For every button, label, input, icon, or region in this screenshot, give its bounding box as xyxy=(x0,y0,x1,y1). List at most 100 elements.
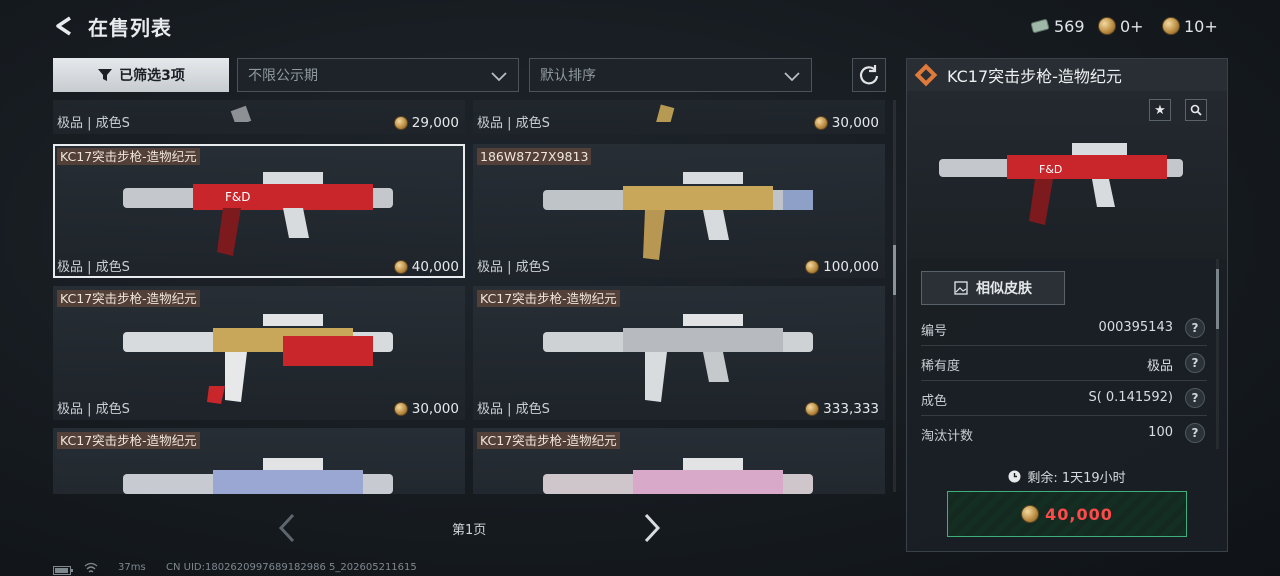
listing-meta: 极品 | 成色S xyxy=(57,260,130,275)
help-icon[interactable]: ? xyxy=(1185,423,1205,443)
listing-price-value: 29,000 xyxy=(411,115,459,131)
detail-header: KC17突击步枪-造物纪元 xyxy=(907,59,1227,91)
attribute-row-wear: 成色 S( 0.141592) ? xyxy=(921,382,1207,416)
star-icon: ★ xyxy=(1154,102,1166,118)
listing-price-value: 333,333 xyxy=(823,401,879,417)
wifi-icon xyxy=(84,562,98,573)
period-dropdown-value: 不限公示期 xyxy=(248,68,318,84)
filter-button[interactable]: 已筛选3项 xyxy=(53,58,229,92)
rifle-skin-image xyxy=(543,314,813,402)
next-page-button[interactable] xyxy=(641,512,663,544)
listing-meta: 极品 | 成色S xyxy=(57,116,130,131)
inspect-button[interactable] xyxy=(1185,99,1207,121)
coin-currency-b: 10+ xyxy=(1162,14,1218,38)
coin-icon xyxy=(1021,505,1040,523)
help-icon[interactable]: ? xyxy=(1185,318,1205,338)
listing-price: 100,000 xyxy=(805,259,879,275)
panel-scrollbar-thumb[interactable] xyxy=(1216,269,1219,329)
clock-icon xyxy=(1008,470,1021,483)
coin-count-a: 0+ xyxy=(1120,16,1144,36)
user-uid: CN UID:1802620997689182986 5_20260521161… xyxy=(166,562,417,573)
help-icon[interactable]: ? xyxy=(1185,353,1205,373)
grid-scrollbar[interactable] xyxy=(893,100,896,492)
attribute-key: 编号 xyxy=(921,324,948,339)
attribute-value: S( 0.141592) xyxy=(1088,390,1173,405)
coin-icon xyxy=(393,116,408,130)
svg-text:F&D: F&D xyxy=(225,190,251,204)
filter-button-label: 已筛选3项 xyxy=(119,68,185,84)
image-icon xyxy=(954,281,968,295)
attribute-value: 100 xyxy=(1148,425,1173,440)
listing-meta: 极品 | 成色S xyxy=(477,260,550,275)
listing-price: 30,000 xyxy=(813,115,879,131)
listing-card[interactable]: F&D KC17突击步枪-造物纪元 极品 | 成色S 40,000 xyxy=(53,144,465,278)
listing-name: KC17突击步枪-造物纪元 xyxy=(477,432,620,449)
rifle-skin-image xyxy=(230,105,252,122)
battery-icon xyxy=(53,566,73,575)
chevron-down-icon xyxy=(491,72,507,82)
listing-price-value: 30,000 xyxy=(411,401,459,417)
rarity-diamond-icon xyxy=(914,63,938,87)
svg-text:F&D: F&D xyxy=(1039,163,1062,176)
attribute-value: 000395143 xyxy=(1098,320,1173,335)
listing-name: KC17突击步枪-造物纪元 xyxy=(57,432,200,449)
listing-card[interactable]: 极品 | 成色S 30,000 xyxy=(473,100,885,134)
time-remaining: 剩余: 1天19小时 xyxy=(907,467,1227,486)
listing-price: 29,000 xyxy=(393,115,459,131)
attribute-value: 极品 xyxy=(1146,359,1173,374)
listing-grid: 极品 | 成色S 29,000 极品 | 成色S 30,000 F&D KC17… xyxy=(53,100,885,494)
detail-title: KC17突击步枪-造物纪元 xyxy=(947,67,1122,86)
listing-card[interactable]: KC17突击步枪-造物纪元 极品 | 成色S 333,333 xyxy=(473,286,885,420)
buy-price: 40,000 xyxy=(1045,504,1113,524)
refresh-icon xyxy=(859,65,879,85)
buy-button[interactable]: 40,000 xyxy=(947,491,1187,537)
listing-meta: 极品 | 成色S xyxy=(57,402,130,417)
listing-price-value: 100,000 xyxy=(823,259,879,275)
attribute-row-kills: 淘汰计数 100 ? xyxy=(921,417,1207,451)
listing-card[interactable]: KC17突击步枪-造物纪元 xyxy=(53,428,465,494)
coin-icon xyxy=(393,402,408,416)
listing-price-value: 30,000 xyxy=(831,115,879,131)
help-icon[interactable]: ? xyxy=(1185,388,1205,408)
listing-name: KC17突击步枪-造物纪元 xyxy=(477,290,620,307)
detail-panel: KC17突击步枪-造物纪元 ★ F&D 相似皮肤 编号 000395143 ? … xyxy=(906,58,1228,552)
refresh-button[interactable] xyxy=(852,58,886,92)
listing-card[interactable]: KC17突击步枪-造物纪元 极品 | 成色S 30,000 xyxy=(53,286,465,420)
sort-dropdown[interactable]: 默认排序 xyxy=(529,58,812,92)
attribute-key: 稀有度 xyxy=(921,359,961,374)
attribute-key: 淘汰计数 xyxy=(921,429,974,444)
page-title: 在售列表 xyxy=(88,16,172,40)
time-remaining-text: 剩余: 1天19小时 xyxy=(1027,471,1126,486)
listing-price: 333,333 xyxy=(805,401,879,417)
listing-card[interactable]: 186W8727X9813 极品 | 成色S 100,000 xyxy=(473,144,885,278)
listing-price: 40,000 xyxy=(393,259,459,275)
favorite-button[interactable]: ★ xyxy=(1149,99,1171,121)
coin-icon xyxy=(805,402,820,416)
ticket-count: 569 xyxy=(1054,16,1085,36)
listing-meta: 极品 | 成色S xyxy=(477,402,550,417)
sort-dropdown-value: 默认排序 xyxy=(540,68,596,84)
attribute-row-id: 编号 000395143 ? xyxy=(921,312,1207,346)
filter-icon xyxy=(98,69,113,81)
back-arrow-icon[interactable] xyxy=(52,14,76,38)
listing-price: 30,000 xyxy=(393,401,459,417)
page-indicator: 第1页 xyxy=(452,523,487,538)
period-dropdown[interactable]: 不限公示期 xyxy=(237,58,519,92)
listing-meta: 极品 | 成色S xyxy=(477,116,550,131)
coin-icon xyxy=(393,260,408,274)
listing-card[interactable]: 极品 | 成色S 29,000 xyxy=(53,100,465,134)
ticket-icon xyxy=(1030,19,1050,33)
similar-skins-button[interactable]: 相似皮肤 xyxy=(921,271,1065,305)
coin-count-b: 10+ xyxy=(1184,16,1218,36)
prev-page-button[interactable] xyxy=(276,512,298,544)
ticket-currency: 569 xyxy=(1030,14,1085,38)
coin-icon xyxy=(813,116,828,130)
rifle-skin-image xyxy=(543,172,813,260)
ping-readout: 37ms xyxy=(118,562,146,573)
listing-card[interactable]: KC17突击步枪-造物纪元 xyxy=(473,428,885,494)
coin-icon xyxy=(805,260,820,274)
similar-skins-label: 相似皮肤 xyxy=(976,281,1032,297)
listing-name: 186W8727X9813 xyxy=(477,148,592,165)
magnifier-icon xyxy=(1190,104,1202,116)
grid-scrollbar-thumb[interactable] xyxy=(893,245,896,295)
